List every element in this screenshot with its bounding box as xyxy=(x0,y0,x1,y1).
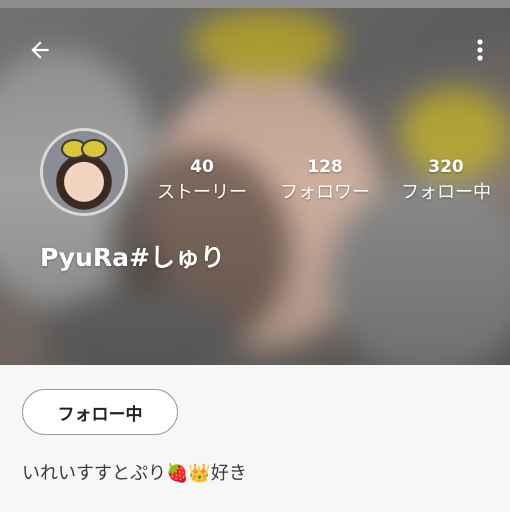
stat-followers-label: フォロワー xyxy=(280,182,370,203)
profile-bio: いれいすすとぷり🍓👑好き xyxy=(22,463,247,484)
more-options-button[interactable] xyxy=(468,32,492,68)
following-button[interactable]: フォロー中 xyxy=(22,389,178,435)
back-button[interactable] xyxy=(22,32,58,68)
username: PyuRa#しゅり xyxy=(40,243,225,272)
status-strip xyxy=(0,0,510,8)
stat-followers-count: 128 xyxy=(307,157,343,177)
stat-following-label: フォロー中 xyxy=(401,182,491,203)
avatar-face xyxy=(70,165,100,199)
stat-stories[interactable]: 40 ストーリー xyxy=(150,156,254,206)
stat-following-count: 320 xyxy=(428,157,464,177)
stat-following[interactable]: 320 フォロー中 xyxy=(392,156,500,206)
stat-stories-label: ストーリー xyxy=(157,182,247,203)
avatar-ear xyxy=(81,139,107,159)
stat-stories-count: 40 xyxy=(190,157,214,177)
back-arrow-icon xyxy=(31,41,49,59)
more-vertical-icon xyxy=(477,39,483,61)
avatar[interactable] xyxy=(40,128,128,216)
stat-followers[interactable]: 128 フォロワー xyxy=(270,156,380,206)
